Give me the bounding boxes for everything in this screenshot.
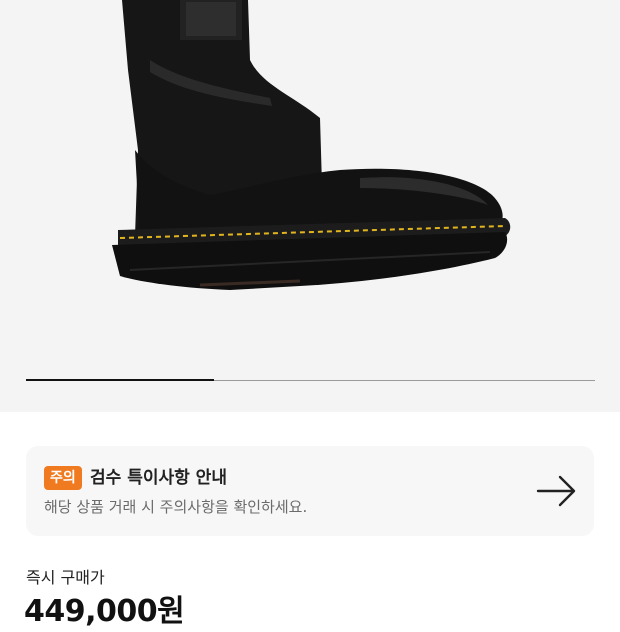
instant-buy-price: 449,000원 xyxy=(24,594,185,629)
gallery-progress-track xyxy=(26,379,595,381)
gallery-progress-fill xyxy=(26,379,214,381)
arrow-right-icon[interactable] xyxy=(536,474,578,508)
notice-title: 검수 특이사항 안내 xyxy=(90,468,227,488)
caution-badge: 주의 xyxy=(44,466,82,490)
inspection-notice-card[interactable]: 주의 검수 특이사항 안내 해당 상품 거래 시 주의사항을 확인하세요. xyxy=(26,446,594,536)
notice-description: 해당 상품 거래 시 주의사항을 확인하세요. xyxy=(44,498,308,516)
instant-buy-price-label: 즉시 구매가 xyxy=(26,568,105,587)
product-image-gallery[interactable] xyxy=(0,0,620,412)
product-image[interactable] xyxy=(0,0,620,412)
